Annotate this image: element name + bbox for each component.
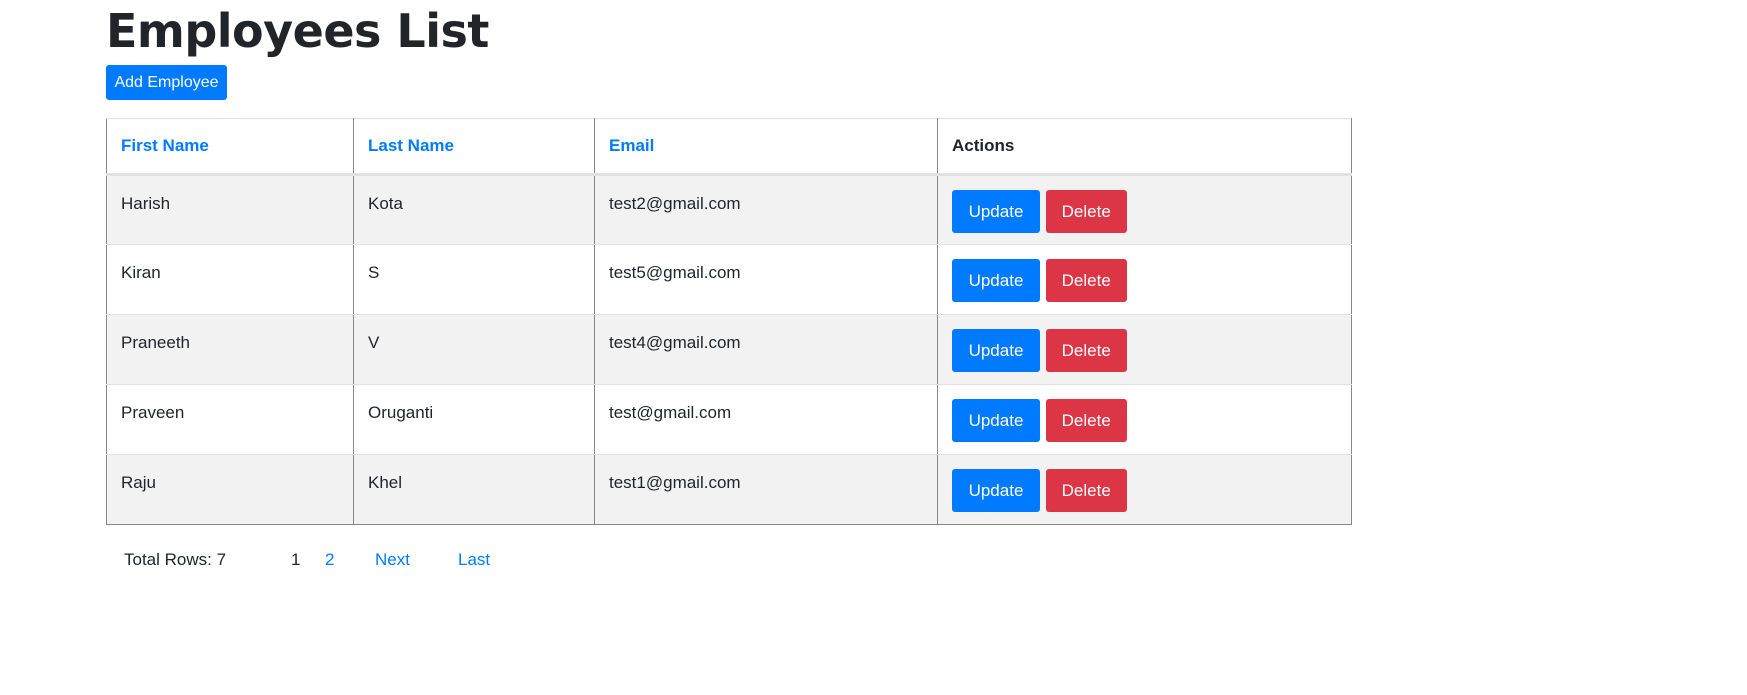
last-name-cell: V: [353, 314, 595, 385]
next-page-link[interactable]: Next: [375, 550, 410, 570]
page-1[interactable]: 1: [291, 550, 300, 570]
last-name-cell: S: [353, 244, 595, 315]
actions-cell: Update Delete: [937, 174, 1352, 245]
delete-button[interactable]: Delete: [1045, 259, 1127, 302]
update-button[interactable]: Update: [952, 399, 1040, 442]
column-header-first-name[interactable]: First Name: [106, 118, 354, 176]
delete-button[interactable]: Delete: [1045, 190, 1127, 233]
column-header-last-name[interactable]: Last Name: [353, 118, 595, 176]
last-name-cell: Khel: [353, 454, 595, 525]
delete-button[interactable]: Delete: [1045, 469, 1127, 512]
table-row: Harish Kota test2@gmail.com Update Delet…: [106, 174, 1352, 245]
email-cell: test@gmail.com: [594, 384, 938, 455]
employees-table: First Name Last Name Email Actions Haris…: [106, 118, 1352, 525]
actions-cell: Update Delete: [937, 314, 1352, 385]
first-name-cell: Praneeth: [106, 314, 354, 385]
actions-cell: Update Delete: [937, 454, 1352, 525]
table-row: Raju Khel test1@gmail.com Update Delete: [106, 454, 1352, 525]
first-name-cell: Harish: [106, 174, 354, 245]
add-employee-button[interactable]: Add Employee: [106, 65, 227, 100]
update-button[interactable]: Update: [952, 190, 1040, 233]
actions-cell: Update Delete: [937, 244, 1352, 315]
column-header-email[interactable]: Email: [594, 118, 938, 176]
last-name-cell: Oruganti: [353, 384, 595, 455]
update-button[interactable]: Update: [952, 329, 1040, 372]
update-button[interactable]: Update: [952, 259, 1040, 302]
update-button[interactable]: Update: [952, 469, 1040, 512]
column-header-actions: Actions: [937, 118, 1352, 176]
page-title: Employees List: [106, 4, 489, 58]
first-name-cell: Raju: [106, 454, 354, 525]
table-row: Praneeth V test4@gmail.com Update Delete: [106, 314, 1352, 385]
delete-button[interactable]: Delete: [1045, 329, 1127, 372]
total-rows: Total Rows: 7: [124, 550, 227, 569]
last-page-link[interactable]: Last: [458, 550, 490, 570]
actions-cell: Update Delete: [937, 384, 1352, 455]
table-row: Praveen Oruganti test@gmail.com Update D…: [106, 384, 1352, 455]
delete-button[interactable]: Delete: [1045, 399, 1127, 442]
page-2[interactable]: 2: [325, 550, 334, 570]
email-cell: test1@gmail.com: [594, 454, 938, 525]
first-name-cell: Praveen: [106, 384, 354, 455]
email-cell: test5@gmail.com: [594, 244, 938, 315]
table-row: Kiran S test5@gmail.com Update Delete: [106, 244, 1352, 315]
email-cell: test4@gmail.com: [594, 314, 938, 385]
last-name-cell: Kota: [353, 174, 595, 245]
first-name-cell: Kiran: [106, 244, 354, 315]
email-cell: test2@gmail.com: [594, 174, 938, 245]
